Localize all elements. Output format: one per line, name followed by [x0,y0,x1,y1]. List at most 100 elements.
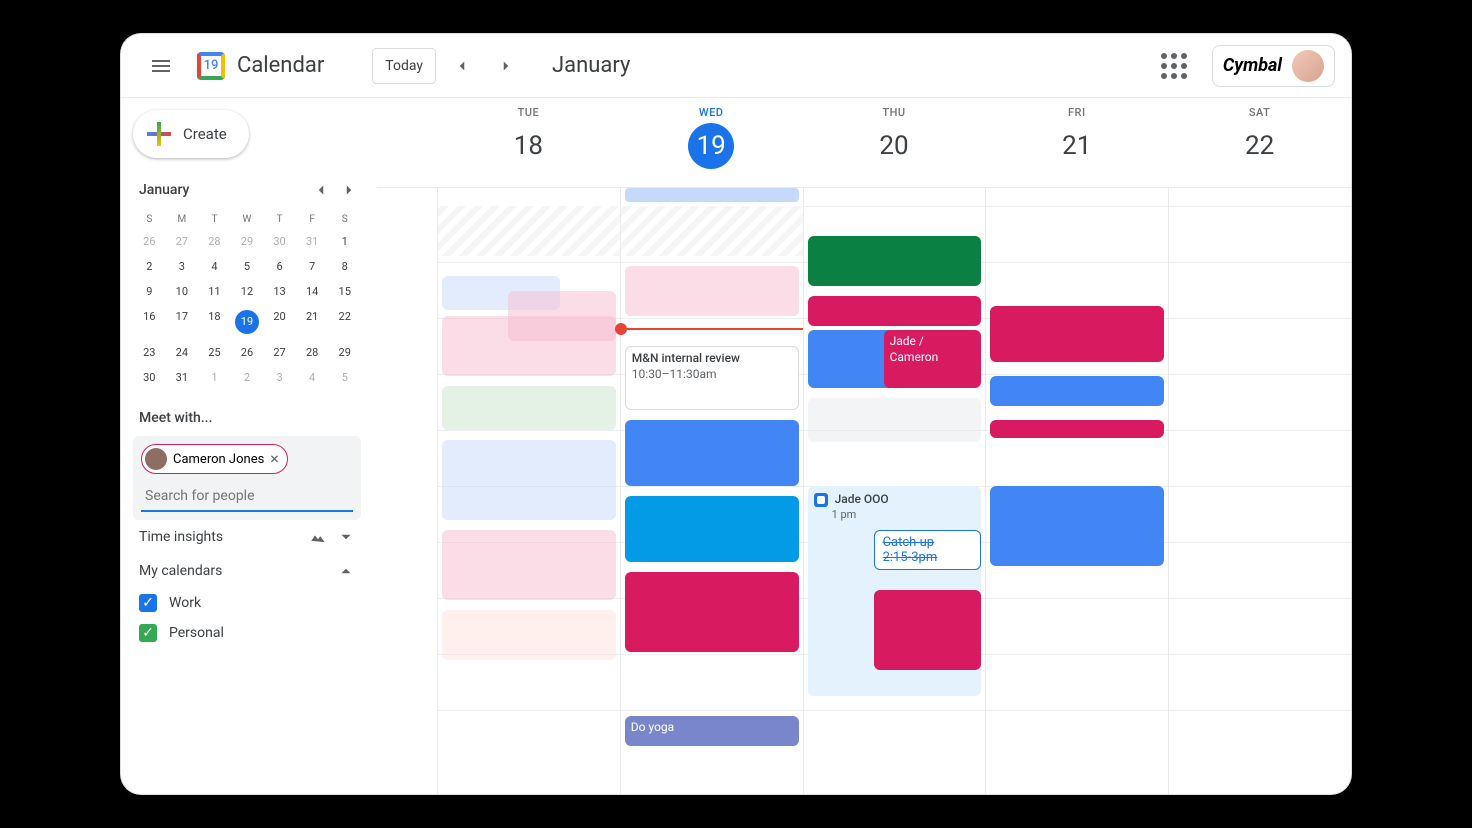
day-header[interactable]: FRI21 [985,98,1168,187]
today-button[interactable]: Today [372,48,436,84]
event-block[interactable] [874,590,982,670]
mini-day[interactable]: 7 [296,254,329,279]
next-period-button[interactable] [488,48,524,84]
event-block[interactable] [442,610,616,660]
calendar-checkbox[interactable]: ✓ [139,594,157,612]
event-block[interactable] [442,386,616,430]
mini-day[interactable]: 27 [166,229,199,254]
event-block[interactable] [625,496,799,562]
insights-icon [309,528,327,546]
mini-day[interactable]: 29 [231,229,264,254]
mini-day[interactable]: 2 [231,365,264,390]
event-block[interactable] [808,398,982,442]
google-apps-button[interactable] [1154,46,1194,86]
my-calendars-toggle[interactable]: My calendars [133,554,361,588]
event-block[interactable] [625,420,799,486]
people-search-input[interactable] [141,478,353,512]
mini-day[interactable]: 18 [198,304,231,340]
create-button[interactable]: Create [133,110,249,158]
calendar-checkbox[interactable]: ✓ [139,624,157,642]
apps-grid-icon [1161,53,1187,79]
prev-period-button[interactable] [444,48,480,84]
chevron-left-icon [312,181,330,199]
unavailable-block [438,206,620,256]
mini-day[interactable]: 8 [328,254,361,279]
time-insights-label: Time insights [139,529,223,545]
mini-day[interactable]: 16 [133,304,166,340]
mini-day[interactable]: 28 [296,340,329,365]
mini-day[interactable]: 17 [166,304,199,340]
event-internal-review[interactable]: M&N internal review 10:30–11:30am [625,346,799,410]
mini-day[interactable]: 1 [328,229,361,254]
day-header[interactable]: THU20 [803,98,986,187]
mini-day[interactable]: 2 [133,254,166,279]
mini-day[interactable]: 23 [133,340,166,365]
mini-day[interactable]: 30 [263,229,296,254]
mini-calendar[interactable]: SMTWTFS262728293031123456789101112131415… [133,210,361,390]
event-jade-cameron[interactable]: Jade / Cameron [884,330,982,388]
event-do-yoga[interactable]: Do yoga [625,716,799,746]
hamburger-icon [149,54,173,78]
mini-day[interactable]: 20 [263,304,296,340]
mini-day[interactable]: 22 [328,304,361,340]
allday-row [377,188,1351,206]
mini-day[interactable]: 12 [231,279,264,304]
event-catchup-declined[interactable]: Catch up 2:15-3pm [874,530,982,570]
day-header[interactable]: WED19 [620,98,803,187]
mini-day[interactable]: 14 [296,279,329,304]
day-column-thu: Jade / Cameron Jade OOO 1 pm Catch up 2:… [803,206,986,794]
mini-day[interactable]: 25 [198,340,231,365]
event-block[interactable] [990,306,1164,362]
mini-day[interactable]: 19 [231,304,264,340]
mini-day[interactable]: 11 [198,279,231,304]
mini-day[interactable]: 31 [296,229,329,254]
remove-person-button[interactable]: × [270,451,279,467]
mini-day[interactable]: 6 [263,254,296,279]
mini-day[interactable]: 3 [166,254,199,279]
mini-day[interactable]: 31 [166,365,199,390]
event-block[interactable] [442,316,616,376]
mini-day[interactable]: 5 [328,365,361,390]
event-block[interactable] [442,530,616,600]
person-chip[interactable]: Cameron Jones × [141,444,288,474]
create-label: Create [183,125,227,143]
mini-day[interactable]: 15 [328,279,361,304]
day-header[interactable]: SAT22 [1168,98,1351,187]
event-block[interactable] [990,376,1164,406]
event-block[interactable] [625,266,799,316]
event-block[interactable] [442,440,616,520]
mini-day[interactable]: 21 [296,304,329,340]
mini-day[interactable]: 4 [296,365,329,390]
allday-event[interactable] [625,188,799,202]
event-block[interactable] [990,420,1164,438]
mini-day[interactable]: 26 [231,340,264,365]
time-insights-toggle[interactable]: Time insights [133,520,361,554]
calendar-logo: 19 [193,48,229,84]
event-block[interactable] [990,486,1164,566]
mini-day[interactable]: 27 [263,340,296,365]
calendar-item[interactable]: ✓Personal [133,618,361,648]
mini-day[interactable]: 28 [198,229,231,254]
mini-day[interactable]: 13 [263,279,296,304]
mini-day[interactable]: 30 [133,365,166,390]
account-switcher[interactable]: Cymbal [1212,45,1335,87]
event-block[interactable] [808,236,982,286]
mini-day[interactable]: 9 [133,279,166,304]
mini-day[interactable]: 24 [166,340,199,365]
mini-day[interactable]: 26 [133,229,166,254]
mini-day[interactable]: 29 [328,340,361,365]
mini-day[interactable]: 4 [198,254,231,279]
mini-day[interactable]: 5 [231,254,264,279]
mini-day[interactable]: 1 [198,365,231,390]
mini-prev-button[interactable] [309,178,333,202]
calendar-item[interactable]: ✓Work [133,588,361,618]
header: 19 Calendar Today January Cymbal [121,34,1351,98]
time-grid[interactable]: M&N internal review 10:30–11:30am Do yog… [377,206,1351,794]
mini-day[interactable]: 10 [166,279,199,304]
event-block[interactable] [808,296,982,326]
main-menu-button[interactable] [137,42,185,90]
day-header[interactable]: TUE18 [437,98,620,187]
mini-day[interactable]: 3 [263,365,296,390]
mini-next-button[interactable] [337,178,361,202]
event-block[interactable] [625,572,799,652]
